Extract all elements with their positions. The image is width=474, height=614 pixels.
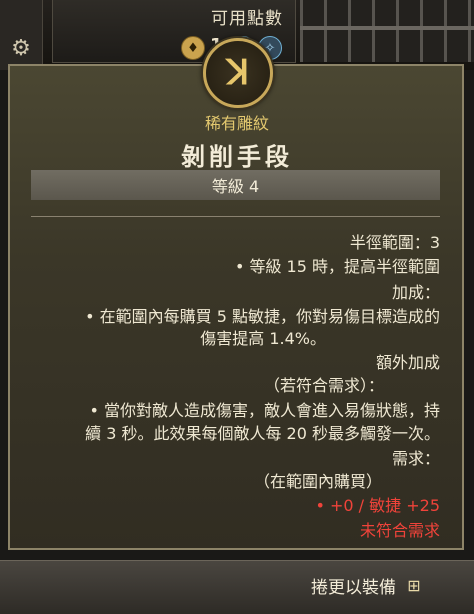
glyph-emblem-icon: ꓘ	[203, 38, 273, 108]
left-panel: ⚙	[0, 0, 43, 70]
glyph-name: 剝削手段	[181, 143, 293, 171]
divider	[31, 216, 440, 217]
equip-label[interactable]: 捲更以裝備	[311, 573, 396, 598]
radius-line: 半徑範圍：3	[349, 233, 440, 252]
level-label: 等級 4	[211, 177, 260, 196]
equip-icon[interactable]: ⊞	[404, 576, 424, 596]
gear-icon[interactable]: ⚙	[8, 36, 34, 62]
extra-bonus-condition: （若符合需求）：	[263, 376, 384, 395]
level-bar: 等級 4	[31, 170, 440, 200]
requirement-value: • +0 / 敏捷 +25	[315, 496, 440, 515]
points-label: 可用點數	[211, 9, 283, 29]
extra-bonus-heading: 額外加成	[375, 353, 440, 372]
gold-crest-icon: ♦	[181, 36, 205, 60]
rarity-label: 稀有雕紋	[204, 114, 269, 133]
bonus-line-2: 傷害提高 1.4%。	[200, 329, 326, 348]
requirement-unmet: 未符合需求	[359, 521, 440, 540]
bonus-line-1: • 在範圍內每購買 5 點敏捷，你對易傷目標造成的	[85, 307, 440, 326]
requirement-heading: 需求：	[391, 449, 440, 468]
action-bar: 捲更以裝備 ⊞	[0, 560, 474, 614]
extra-bonus-line-1: • 當你對敵人造成傷害，敵人會進入易傷狀態，持	[89, 401, 440, 420]
gate-background	[300, 0, 474, 62]
extra-bonus-line-2: 續 3 秒。此效果每個敵人每 20 秒最多觸發一次。	[85, 424, 440, 443]
bonus-heading: 加成：	[391, 283, 440, 302]
requirement-scope: （在範圍內購買）	[253, 472, 382, 491]
radius-bullet: • 等級 15 時，提高半徑範圍	[234, 257, 440, 276]
